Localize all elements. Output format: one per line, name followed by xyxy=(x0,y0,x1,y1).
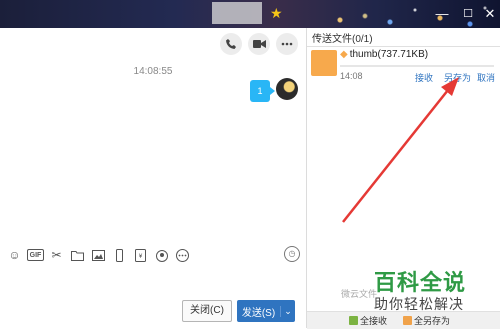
contact-name-redacted xyxy=(212,2,262,24)
message-history-clock-icon[interactable]: ◷ xyxy=(284,246,300,262)
gif-icon[interactable]: GIF xyxy=(27,249,44,261)
file-folder-icon xyxy=(311,50,337,76)
phone-icon xyxy=(226,39,236,49)
chat-top-actions xyxy=(220,33,298,55)
image-icon[interactable] xyxy=(90,247,107,264)
more-dots-icon xyxy=(281,42,293,46)
folder-icon[interactable] xyxy=(69,247,86,264)
weiyun-file-text: 微云文件 xyxy=(341,289,378,299)
brand-subtitle: 助你轻松解决 xyxy=(374,297,464,313)
file-time: 14:08 xyxy=(340,71,363,81)
maximize-button[interactable]: ☐ xyxy=(458,4,478,24)
brand-title: 百科全说 xyxy=(374,271,467,296)
file-name-row: ◆ thumb(737.71KB) xyxy=(340,49,428,60)
video-call-button[interactable] xyxy=(248,33,270,55)
close-window-button[interactable]: ✕ xyxy=(480,4,500,24)
location-pin-icon[interactable] xyxy=(153,247,170,264)
send-button-label: 发送(S) xyxy=(241,307,276,319)
save-as-link[interactable]: 另存为 xyxy=(444,71,471,84)
minimize-button[interactable]: — xyxy=(432,4,452,24)
message-timestamp: 14:08:55 xyxy=(133,66,173,77)
voice-call-button[interactable] xyxy=(220,33,242,55)
more-options-button[interactable] xyxy=(276,33,298,55)
file-name: thumb(737.71KB) xyxy=(349,49,429,60)
phone-shake-icon[interactable] xyxy=(111,247,128,264)
window-titlebar: ★ — ☐ ✕ xyxy=(0,0,500,28)
input-toolbar: ☺ GIF ✂ ¥ xyxy=(6,246,300,264)
favorite-star-icon[interactable]: ★ xyxy=(270,5,283,21)
send-button[interactable]: 发送(S) ⌄ xyxy=(237,300,295,322)
chat-panel: 14:08:55 1 ☺ GIF ✂ ¥ ◷ 关闭(C) 发送(S) ⌄ xyxy=(0,28,307,328)
file-type-icon: ◆ xyxy=(340,49,348,60)
close-chat-button[interactable]: 关闭(C) xyxy=(182,300,232,322)
send-options-chevron-icon[interactable]: ⌄ xyxy=(280,305,295,317)
red-packet-icon[interactable]: ¥ xyxy=(132,247,149,264)
video-camera-icon xyxy=(252,40,266,48)
more-tools-icon[interactable] xyxy=(174,247,191,264)
receive-all-icon xyxy=(349,316,358,325)
cancel-link[interactable]: 取消 xyxy=(477,71,495,84)
user-avatar[interactable] xyxy=(276,78,298,100)
brand-watermark: 百科全说 助你轻松解决 xyxy=(374,272,496,322)
tab-divider xyxy=(307,46,500,47)
message-bubble[interactable]: 1 xyxy=(250,80,275,102)
tab-file-transfer[interactable]: 传送文件(0/1) xyxy=(312,30,373,45)
receive-link[interactable]: 接收 xyxy=(415,71,433,84)
emoji-icon[interactable]: ☺ xyxy=(6,247,23,264)
transfer-progress-bar xyxy=(340,65,494,67)
screenshot-scissors-icon[interactable]: ✂ xyxy=(48,247,65,264)
svg-text:¥: ¥ xyxy=(139,254,143,260)
